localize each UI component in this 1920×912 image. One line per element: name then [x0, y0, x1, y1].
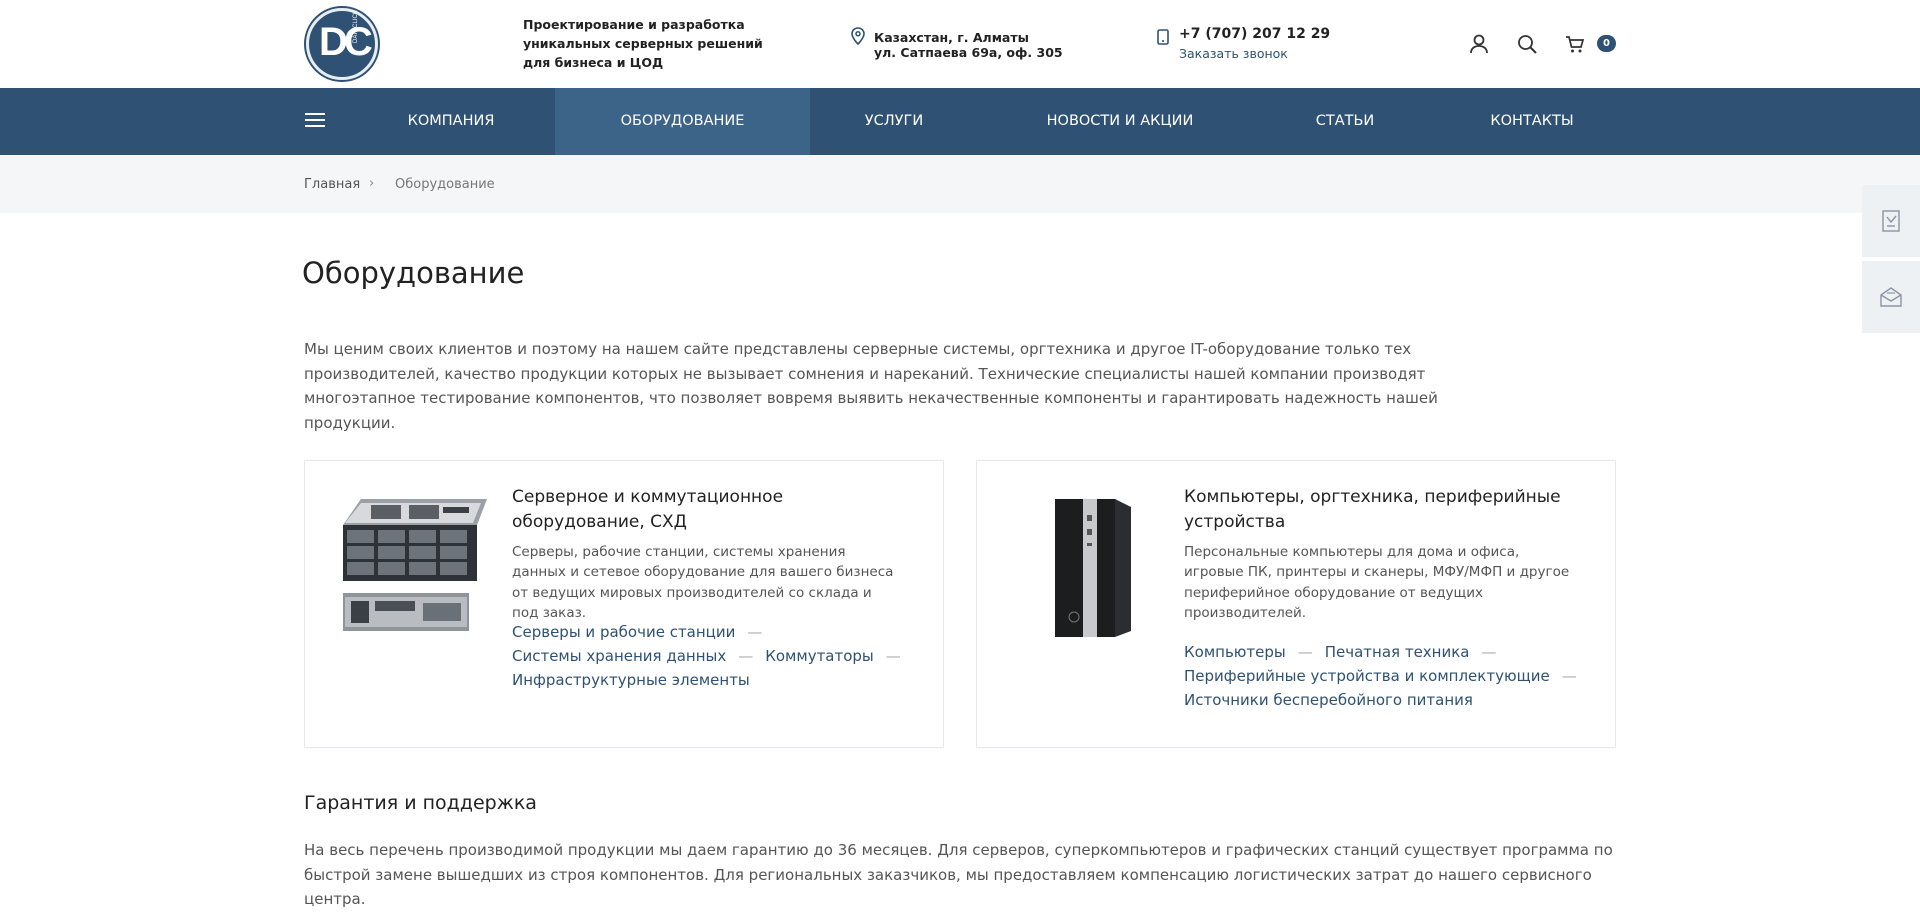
nav-item-articles[interactable]: Статьи [1290, 88, 1400, 155]
side-widget-document[interactable] [1862, 185, 1920, 259]
phone-icon [1157, 29, 1169, 45]
link-ups[interactable]: Источники бесперебойного питания [1184, 688, 1473, 712]
link-infrastructure[interactable]: Инфраструктурные элементы [512, 668, 750, 692]
address-line1: Казахстан, г. Алматы [874, 30, 1029, 45]
logo-subtext: DATACLICK [353, 10, 359, 43]
card-links: Серверы и рабочие станции — Системы хране… [512, 620, 932, 693]
side-widget-mail[interactable] [1862, 261, 1920, 335]
logo[interactable]: DC DATACLICK [306, 8, 378, 80]
header: DC DATACLICK Проектирование и разработка… [0, 0, 1920, 88]
card-links: Компьютеры — Печатная техника — Периферийны… [1184, 640, 1604, 713]
link-peripherals[interactable]: Периферийные устройства и комплектующие — [1184, 664, 1577, 688]
address-line2: ул. Сатпаева 69а, оф. 305 [874, 45, 1063, 60]
guarantee-title: Гарантия и поддержка [304, 792, 537, 814]
category-card-servers[interactable]: Серверное и коммутационное оборудование,… [304, 460, 944, 748]
breadcrumb-separator: › [369, 176, 375, 191]
nav-item-company[interactable]: Компания [382, 88, 520, 155]
server-image [343, 499, 487, 631]
card-title[interactable]: Серверное и коммутационное оборудование,… [512, 485, 912, 535]
callback-link[interactable]: Заказать звонок [1179, 46, 1288, 61]
breadcrumb: Главная › Оборудование [0, 155, 1920, 213]
nav-item-contacts[interactable]: Контакты [1470, 88, 1594, 155]
menu-icon[interactable] [305, 113, 325, 129]
breadcrumb-home[interactable]: Главная [304, 177, 360, 192]
breadcrumb-current: Оборудование [395, 177, 495, 192]
link-servers[interactable]: Серверы и рабочие станции — [512, 620, 762, 644]
document-icon [1882, 210, 1900, 232]
logo-text: DC [319, 20, 373, 64]
phone-number[interactable]: +7 (707) 207 12 29 [1179, 26, 1330, 42]
computer-image [1055, 499, 1131, 637]
mail-icon [1880, 287, 1902, 307]
link-storage[interactable]: Системы хранения данных — [512, 644, 753, 668]
intro-text: Мы ценим своих клиентов и поэтому на наш… [304, 340, 1438, 432]
link-computers[interactable]: Компьютеры — [1184, 640, 1313, 664]
page-title: Оборудование [302, 256, 525, 290]
tagline: Проектирование и разработка уникальных с… [523, 17, 763, 70]
nav-item-services[interactable]: Услуги [834, 88, 954, 155]
card-title[interactable]: Компьютеры, оргтехника, периферийные уст… [1184, 485, 1584, 535]
main-nav: Компания Оборудование Услуги Новости и а… [0, 88, 1920, 155]
card-description: Серверы, рабочие станции, системы хранен… [512, 544, 894, 621]
location-pin-icon [851, 27, 865, 45]
guarantee-text: На весь перечень производимой продукции … [304, 841, 1613, 908]
cart-count-badge: 0 [1597, 35, 1616, 52]
nav-item-news[interactable]: Новости и акции [1030, 88, 1210, 155]
search-icon[interactable] [1516, 33, 1538, 55]
card-description: Персональные компьютеры для дома и офиса… [1184, 544, 1570, 621]
link-printing[interactable]: Печатная техника — [1325, 640, 1497, 664]
user-icon[interactable] [1468, 33, 1490, 55]
category-card-computers[interactable]: Компьютеры, оргтехника, периферийные уст… [976, 460, 1616, 748]
link-switches[interactable]: Коммутаторы — [765, 644, 901, 668]
cart-icon[interactable] [1564, 33, 1586, 55]
nav-item-equipment[interactable]: Оборудование [555, 88, 810, 155]
